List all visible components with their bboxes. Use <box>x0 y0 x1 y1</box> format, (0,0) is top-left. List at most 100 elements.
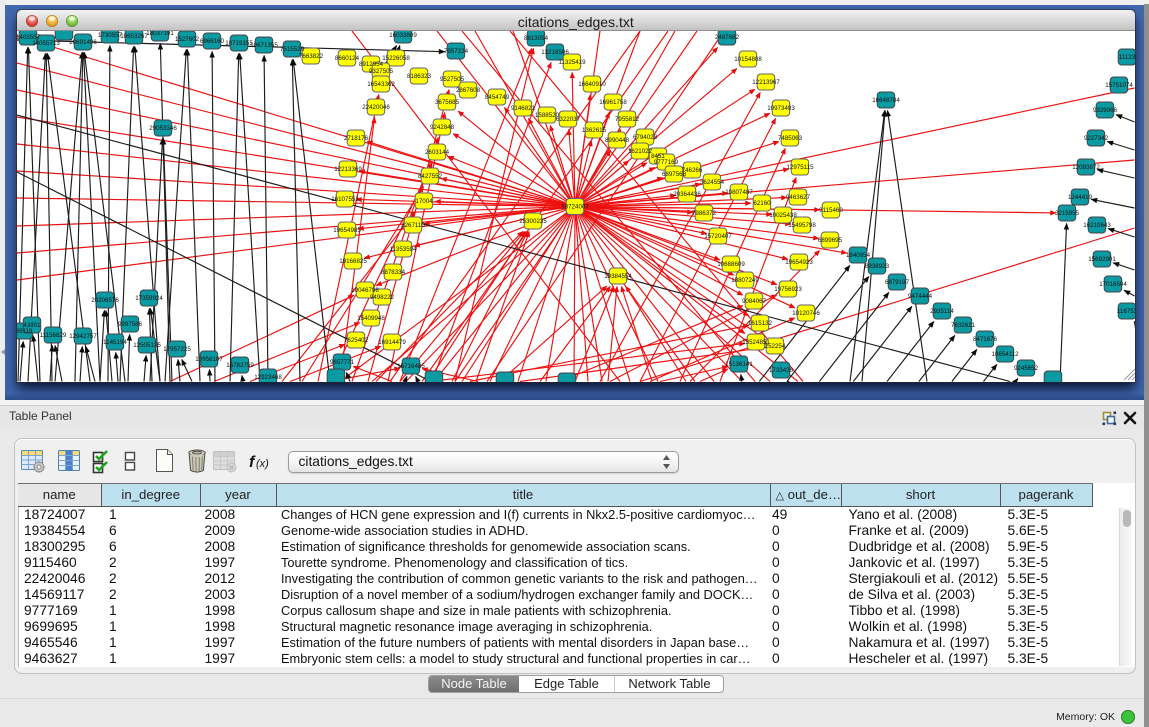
svg-text:19654985: 19654985 <box>333 227 361 234</box>
svg-text:8427552: 8427552 <box>418 173 443 180</box>
svg-text:15720407: 15720407 <box>704 233 732 240</box>
svg-text:20206576: 20206576 <box>91 297 119 304</box>
svg-text:1362615: 1362615 <box>582 127 607 134</box>
svg-text:6899695: 6899695 <box>818 237 843 244</box>
svg-text:3267110: 3267110 <box>401 222 425 229</box>
svg-text:7632621: 7632621 <box>951 322 976 329</box>
svg-text:1244419: 1244419 <box>1068 194 1093 201</box>
svg-text:7625402: 7625402 <box>344 337 369 344</box>
svg-text:17004: 17004 <box>415 198 433 205</box>
svg-text:7663822: 7663822 <box>299 53 324 60</box>
svg-text:22420046: 22420046 <box>362 104 390 111</box>
svg-text:16914479: 16914479 <box>378 339 406 346</box>
svg-text:43901: 43901 <box>23 322 41 329</box>
svg-text:12093872: 12093872 <box>1072 164 1100 171</box>
svg-text:8990448: 8990448 <box>605 137 630 144</box>
svg-text:20364436: 20364436 <box>673 191 701 198</box>
svg-text:7485063: 7485063 <box>778 135 803 142</box>
svg-text:9498222: 9498222 <box>370 294 395 301</box>
svg-text:12923468: 12923468 <box>254 374 282 381</box>
svg-text:9463627: 9463627 <box>786 194 811 201</box>
svg-text:12505135: 12505135 <box>133 342 161 349</box>
svg-text:10653267: 10653267 <box>120 33 148 40</box>
svg-text:3624554: 3624554 <box>700 179 725 186</box>
svg-text:17957225: 17957225 <box>163 346 191 353</box>
svg-text:9245652: 9245652 <box>1014 365 1039 372</box>
svg-text:62160: 62160 <box>753 200 771 207</box>
svg-text:9115460: 9115460 <box>819 207 843 214</box>
svg-text:1730557: 1730557 <box>98 32 123 39</box>
svg-text:9084067: 9084067 <box>742 298 767 305</box>
svg-text:8938923: 8938923 <box>865 263 890 270</box>
svg-text:10958107: 10958107 <box>195 356 223 363</box>
svg-text:1527602: 1527602 <box>175 36 200 43</box>
svg-text:9227342: 9227342 <box>1084 135 1109 142</box>
svg-text:15692901: 15692901 <box>1088 256 1116 263</box>
svg-text:9657771: 9657771 <box>330 359 355 366</box>
svg-text:6322037: 6322037 <box>556 116 581 123</box>
svg-text:10154808: 10154808 <box>734 56 762 63</box>
svg-text:9777169: 9777169 <box>654 159 679 166</box>
svg-text:11156829: 11156829 <box>40 332 67 339</box>
svg-text:2603144: 2603144 <box>425 149 450 156</box>
svg-text:252254: 252254 <box>765 343 786 350</box>
svg-text:10654112: 10654112 <box>991 351 1019 358</box>
svg-text:16543362: 16543362 <box>367 81 395 88</box>
svg-text:19756923: 19756923 <box>774 286 802 293</box>
svg-text:9329966: 9329966 <box>1093 107 1118 114</box>
svg-text:39119: 39119 <box>17 328 33 335</box>
svg-text:8454749: 8454749 <box>485 94 510 101</box>
svg-text:9527505: 9527505 <box>440 76 465 83</box>
svg-text:10120746: 10120746 <box>792 310 820 317</box>
svg-text:16782759: 16782759 <box>226 362 254 369</box>
svg-text:7955812: 7955812 <box>615 116 640 123</box>
svg-text:16210643: 16210643 <box>1083 222 1111 229</box>
svg-text:8660124: 8660124 <box>335 55 360 62</box>
svg-text:15409948: 15409948 <box>357 315 385 322</box>
svg-text:19384554: 19384554 <box>604 273 632 280</box>
svg-text:10688609: 10688609 <box>717 261 745 268</box>
svg-text:6879197: 6879197 <box>885 279 910 286</box>
svg-text:15226058: 15226058 <box>382 55 410 62</box>
svg-text:16107553: 16107553 <box>331 196 359 203</box>
svg-text:8912954: 8912954 <box>359 61 384 68</box>
svg-text:12213967: 12213967 <box>752 79 780 86</box>
svg-text:116753: 116753 <box>1117 308 1135 315</box>
svg-text:10719155: 10719155 <box>225 40 253 47</box>
svg-text:15751074: 15751074 <box>1105 82 1133 89</box>
svg-text:10025438: 10025438 <box>769 212 797 219</box>
svg-text:1621022: 1621022 <box>628 148 653 155</box>
svg-text:2487682: 2487682 <box>715 34 740 41</box>
svg-text:18807249: 18807249 <box>731 277 759 284</box>
svg-text:8186323: 8186323 <box>407 73 432 80</box>
svg-text:7515526: 7515526 <box>280 46 305 53</box>
svg-text:12213369: 12213369 <box>334 166 362 173</box>
svg-text:12942757: 12942757 <box>69 333 97 340</box>
svg-text:1615132: 1615132 <box>748 320 773 327</box>
svg-text:17359924: 17359924 <box>135 295 163 302</box>
svg-text:12975115: 12975115 <box>786 164 814 171</box>
svg-text:16648784: 16648784 <box>872 97 900 104</box>
svg-text:13218506: 13218506 <box>541 49 569 56</box>
svg-text:15495798: 15495798 <box>788 222 816 229</box>
svg-text:2935114: 2935114 <box>930 308 954 315</box>
svg-text:7957224: 7957224 <box>444 48 469 55</box>
svg-text:9242848: 9242848 <box>430 124 455 131</box>
svg-text:18724007: 18724007 <box>561 204 589 211</box>
svg-text:746266: 746266 <box>682 167 703 174</box>
svg-text:16640910: 16640910 <box>578 81 606 88</box>
svg-text:1640954: 1640954 <box>846 252 871 259</box>
svg-text:10807487: 10807487 <box>725 189 753 196</box>
svg-text:f: f <box>249 454 256 471</box>
svg-text:10671355: 10671355 <box>250 42 278 49</box>
svg-text:16033809: 16033809 <box>389 32 417 39</box>
svg-text:10046798: 10046798 <box>351 287 379 294</box>
svg-text:8813054: 8813054 <box>524 35 549 42</box>
svg-text:19166825: 19166825 <box>339 258 367 265</box>
svg-text:1733426: 1733426 <box>769 367 794 374</box>
svg-text:6794028: 6794028 <box>633 134 658 141</box>
svg-text:3215955: 3215955 <box>1055 210 1080 217</box>
svg-text:11123: 11123 <box>1119 54 1135 61</box>
svg-text:15136141: 15136141 <box>725 361 753 368</box>
svg-text:8471676: 8471676 <box>973 336 998 343</box>
